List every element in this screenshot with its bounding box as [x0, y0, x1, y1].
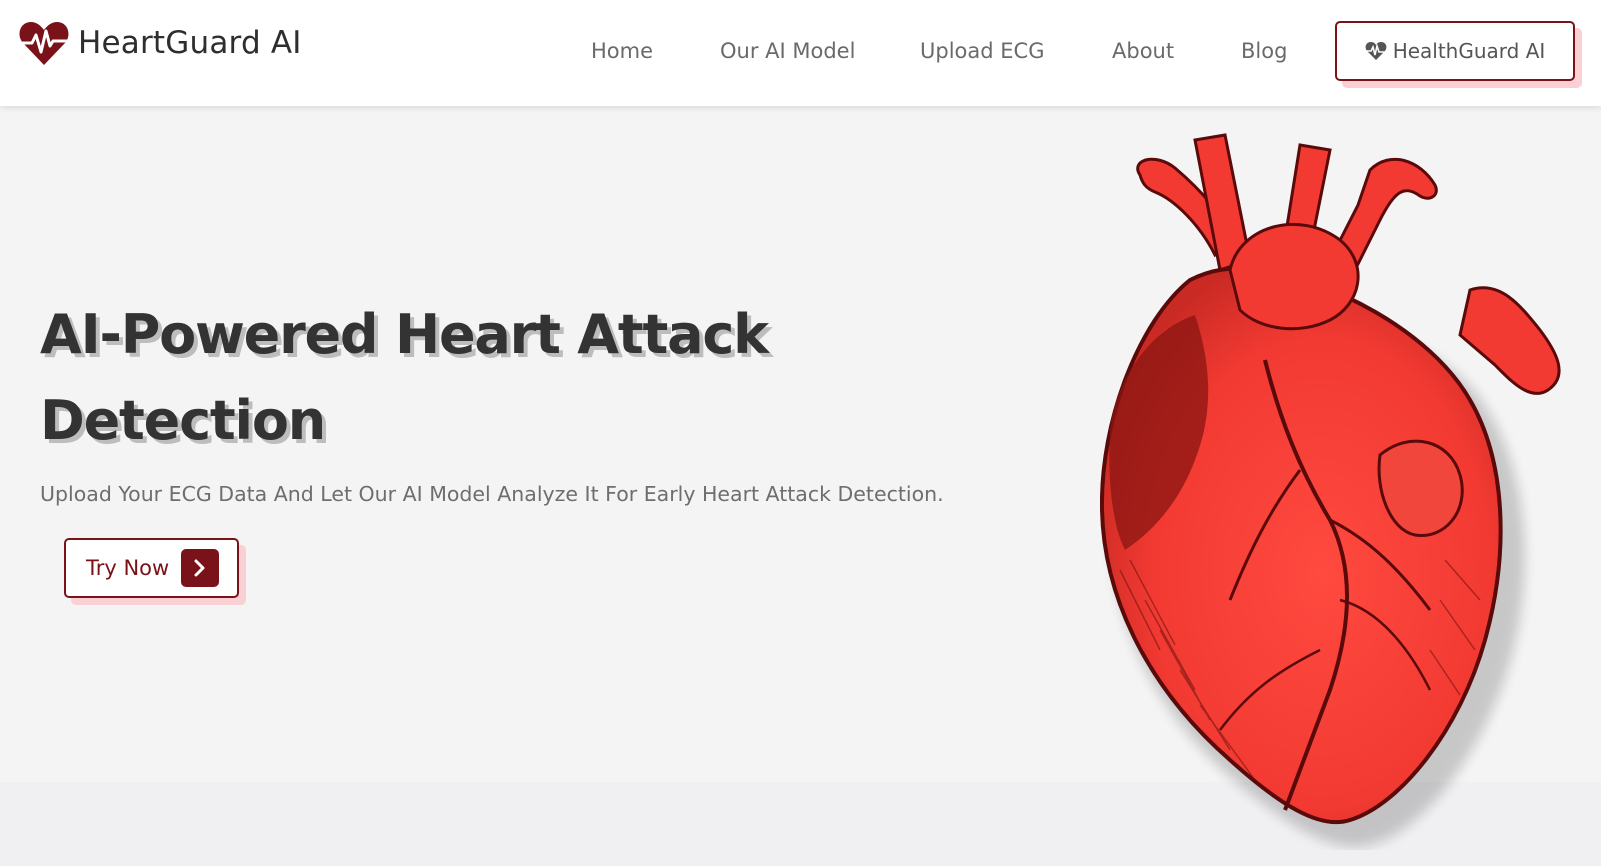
- healthguard-ai-button[interactable]: HealthGuard AI: [1335, 21, 1575, 81]
- site-header: HeartGuard AI Home Our AI Model Upload E…: [0, 0, 1601, 106]
- nav-blog[interactable]: Blog: [1241, 38, 1287, 64]
- hero-subtitle: Upload Your ECG Data And Let Our AI Mode…: [40, 482, 944, 506]
- anatomical-heart-illustration: [1100, 133, 1561, 848]
- nav-about[interactable]: About: [1112, 38, 1174, 64]
- chevron-right-icon: [181, 549, 220, 587]
- hero-title: AI-Powered Heart Attack Detection: [40, 303, 769, 452]
- try-now-button[interactable]: Try Now: [64, 538, 239, 598]
- nav-home[interactable]: Home: [591, 38, 653, 64]
- healthguard-ai-label: HealthGuard AI: [1392, 39, 1546, 63]
- try-now-label: Try Now: [86, 556, 170, 580]
- nav-our-ai-model[interactable]: Our AI Model: [720, 38, 855, 64]
- heart-pulse-icon: [1365, 42, 1387, 60]
- nav-upload-ecg[interactable]: Upload ECG: [920, 38, 1044, 64]
